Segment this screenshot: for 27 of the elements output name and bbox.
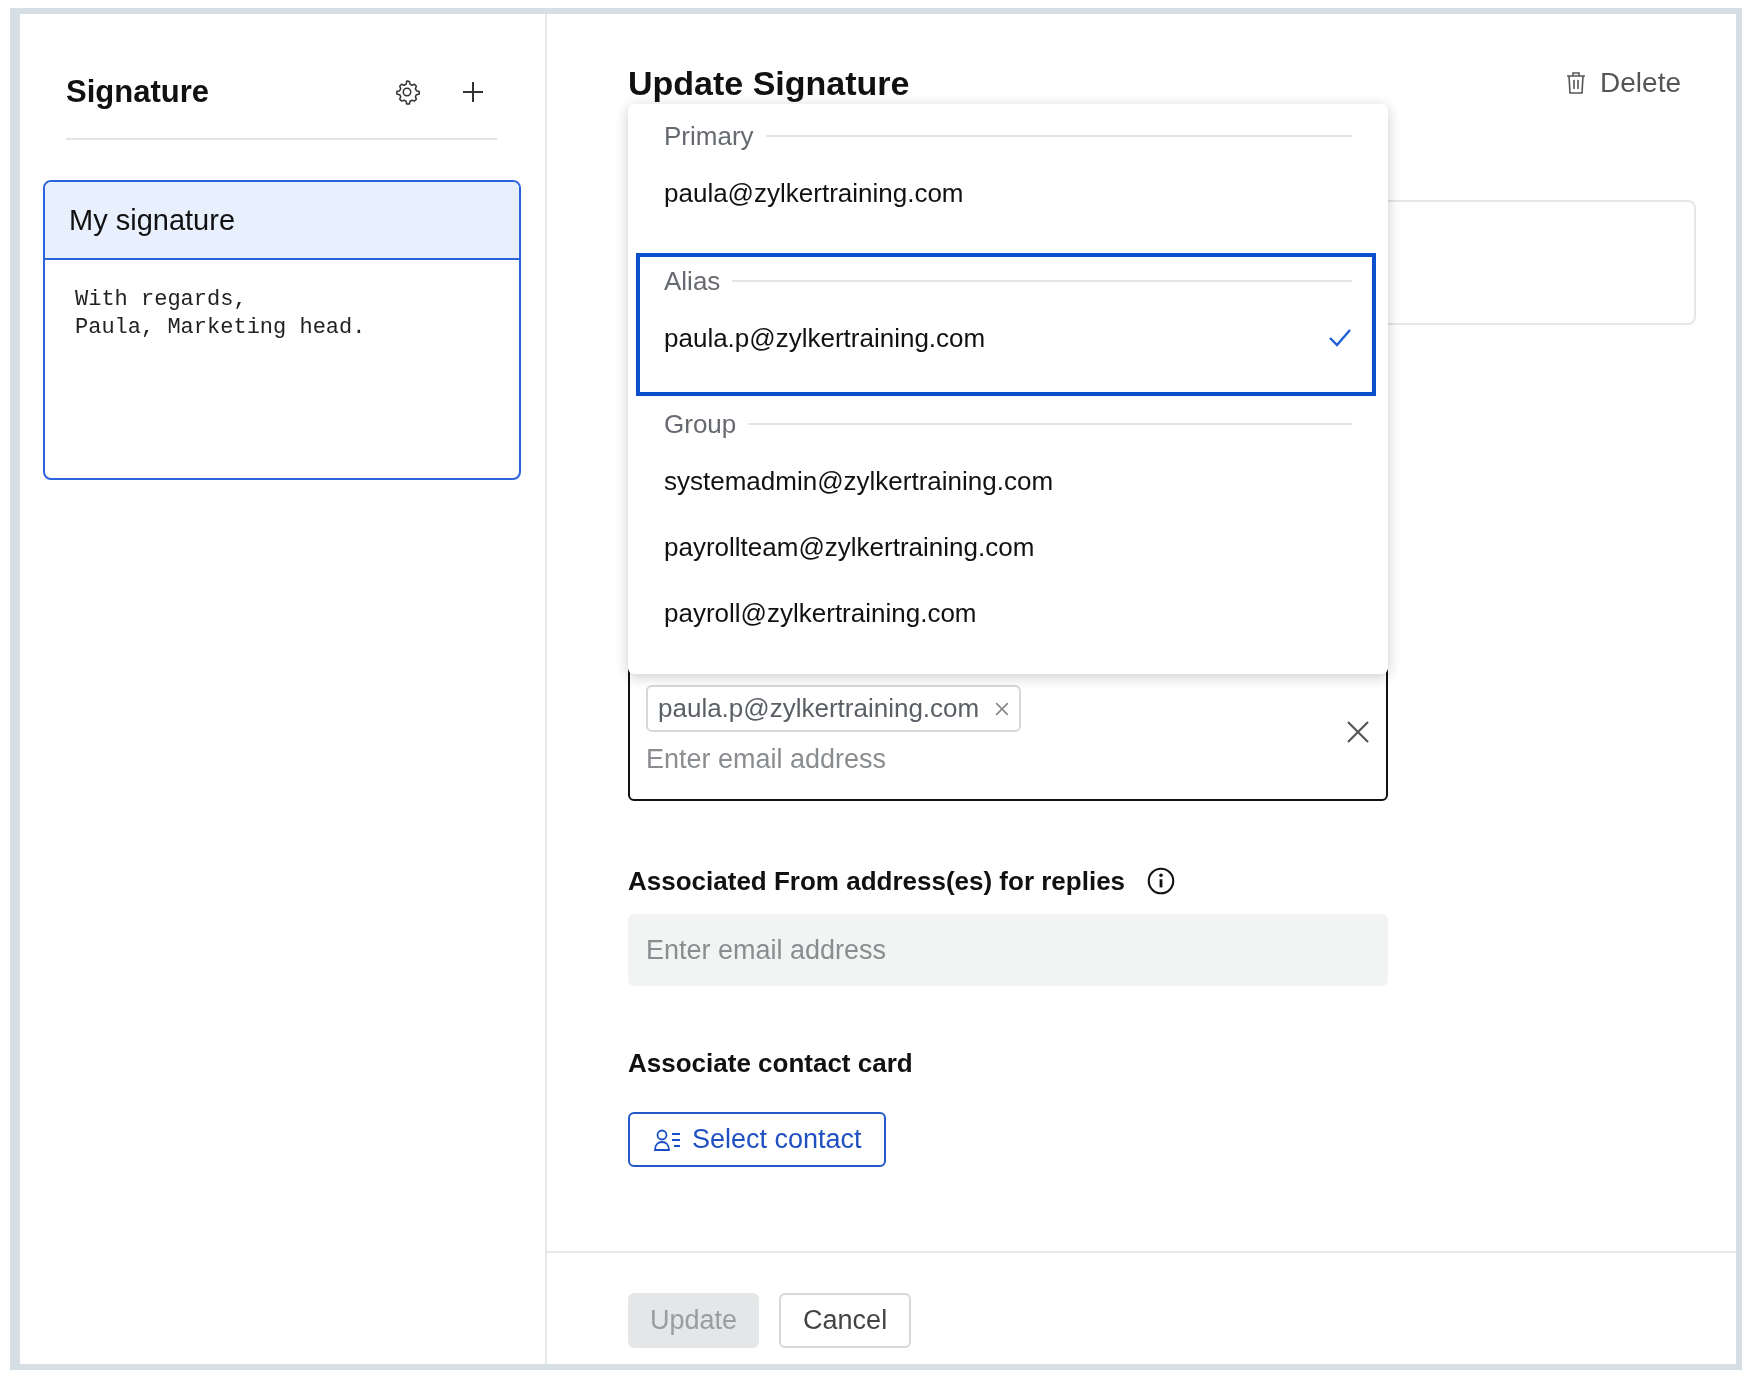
reply-address-field[interactable]: Enter email address (628, 914, 1388, 986)
group-label: Primary (664, 120, 754, 152)
info-icon[interactable] (1147, 867, 1176, 895)
sidebar-title: Signature (66, 73, 210, 111)
field-label: Associated From address(es) for replies (628, 865, 1126, 898)
settings-icon[interactable] (393, 78, 421, 106)
address-option[interactable]: paula@zylkertraining.com (664, 160, 1352, 226)
contact-list-icon (654, 1127, 682, 1152)
close-icon[interactable] (1346, 720, 1370, 744)
trash-icon (1566, 70, 1587, 96)
email-chip[interactable]: paula.p@zylkertraining.com (646, 685, 1022, 732)
group-label: Alias (664, 265, 721, 297)
add-icon[interactable] (461, 80, 485, 104)
address-option[interactable]: paula.p@zylkertraining.com (664, 305, 1352, 371)
group-label: Group (664, 408, 737, 440)
field-label: Associate contact card (628, 1047, 913, 1080)
page-title: Update Signature (628, 63, 911, 103)
delete-button[interactable]: Delete (1566, 67, 1681, 99)
signature-card[interactable]: My signature With regards, Paula, Marketing head. (43, 180, 521, 480)
address-option[interactable]: payrollteam@zylkertraining.com (664, 514, 1352, 580)
cancel-button[interactable]: Cancel (779, 1293, 912, 1348)
remove-icon[interactable] (995, 701, 1010, 716)
address-option[interactable]: payroll@zylkertraining.com (664, 580, 1352, 646)
signature-preview: With regards, Paula, Marketing head. (74, 286, 367, 342)
signature-name: My signature (45, 182, 519, 260)
select-contact-button[interactable]: Select contact (628, 1112, 886, 1167)
address-option[interactable]: systemadmin@zylkertraining.com (664, 448, 1352, 514)
